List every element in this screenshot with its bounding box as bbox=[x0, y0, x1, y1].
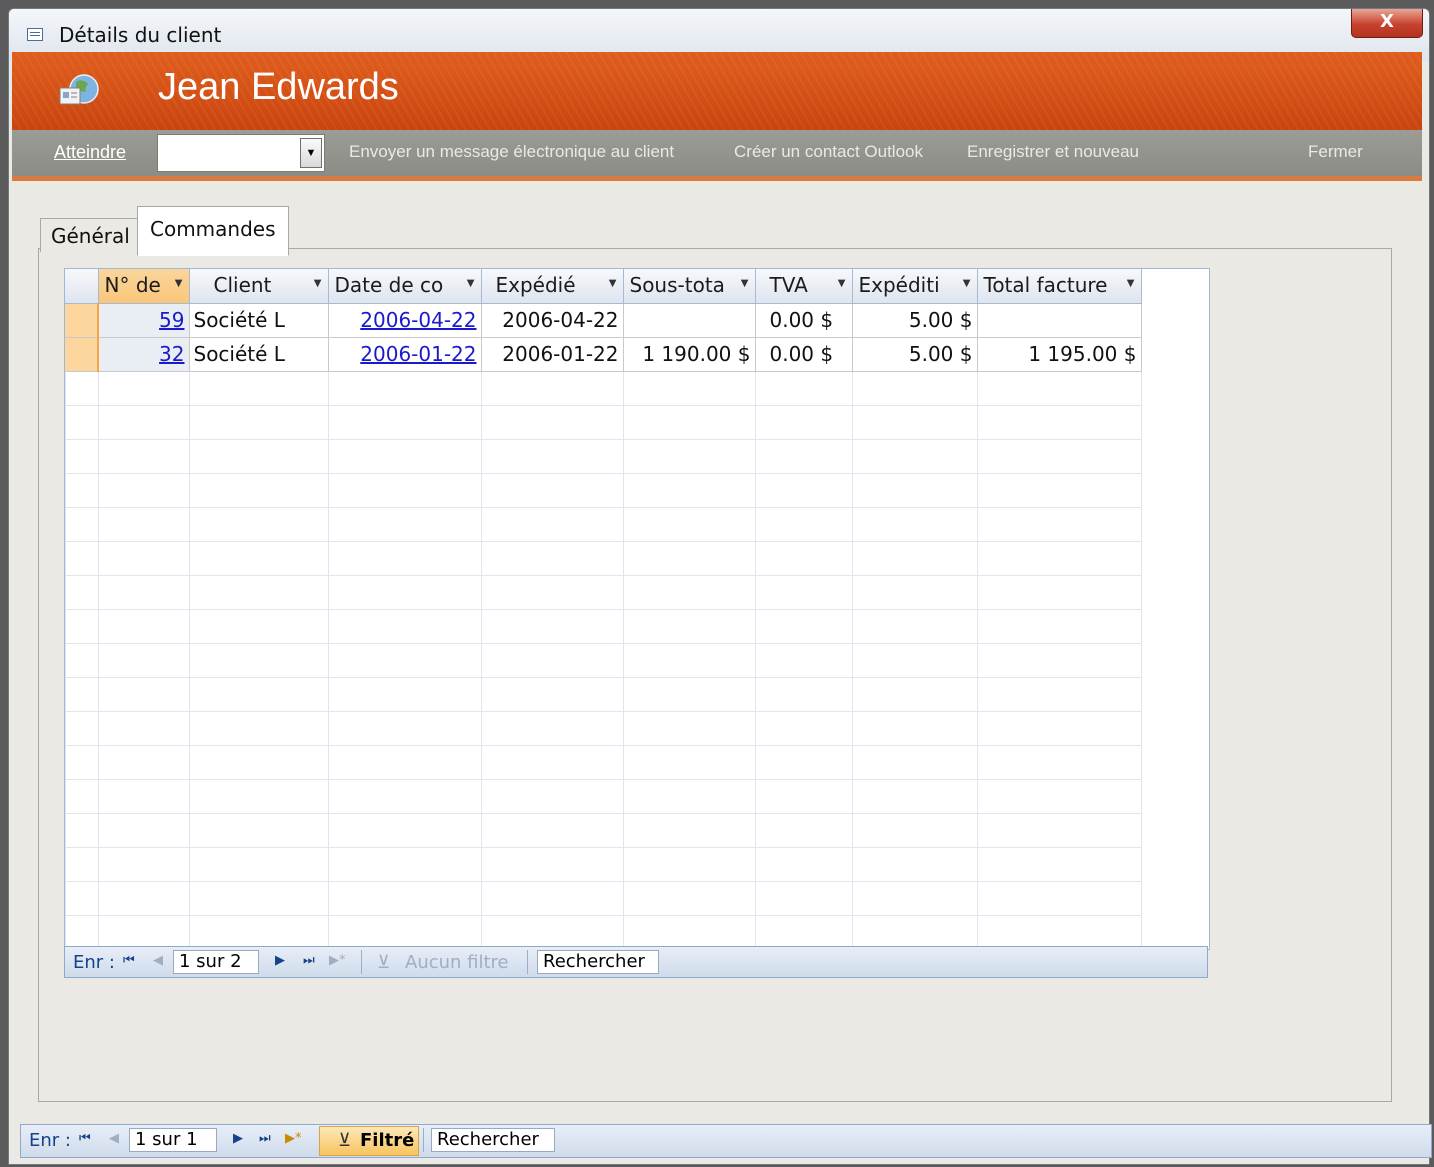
shipping-cell[interactable]: 5.00 $ bbox=[852, 337, 978, 372]
column-header-invoice-total[interactable]: Total facture ▼ bbox=[977, 269, 1142, 304]
search-field[interactable]: Rechercher bbox=[537, 950, 659, 974]
empty-row bbox=[65, 473, 1142, 508]
empty-row bbox=[65, 745, 1142, 780]
no-filter-icon[interactable]: ⊻ bbox=[377, 952, 390, 973]
search-field[interactable]: Rechercher bbox=[431, 1128, 555, 1152]
invoice-total-cell[interactable]: 1 195.00 $ bbox=[977, 337, 1142, 372]
goto-label: Atteindre bbox=[54, 142, 127, 162]
orders-table: N° de ▼ Client ▼ Date de co ▼ Expédié ▼ Sous… bbox=[65, 269, 1142, 950]
close-window-button[interactable]: X bbox=[1351, 9, 1423, 38]
sort-arrow-icon: ▼ bbox=[740, 278, 749, 289]
previous-record-icon[interactable]: ◀ bbox=[153, 953, 163, 968]
order-number-cell[interactable]: 59 bbox=[97, 303, 190, 338]
empty-row bbox=[65, 813, 1142, 848]
empty-row bbox=[65, 847, 1142, 882]
shipped-date-cell[interactable]: 2006-04-22 bbox=[481, 303, 624, 338]
empty-row bbox=[65, 371, 1142, 406]
sort-arrow-icon: ▼ bbox=[313, 278, 322, 289]
new-record-icon[interactable]: ▶* bbox=[329, 953, 346, 968]
create-outlook-contact-link[interactable]: Créer un contact Outlook bbox=[734, 142, 923, 162]
order-number-cell[interactable]: 32 bbox=[97, 337, 190, 372]
order-number-link[interactable]: 32 bbox=[159, 342, 184, 366]
empty-row bbox=[65, 609, 1142, 644]
sort-arrow-icon: ▼ bbox=[608, 278, 617, 289]
subtotal-cell[interactable] bbox=[623, 303, 756, 338]
form-icon bbox=[27, 28, 43, 41]
record-label: Enr : bbox=[73, 952, 115, 973]
first-record-icon[interactable]: ⏮ bbox=[123, 953, 135, 968]
empty-row bbox=[65, 507, 1142, 542]
empty-row bbox=[65, 779, 1142, 814]
empty-row bbox=[65, 575, 1142, 610]
select-all-corner[interactable] bbox=[65, 269, 99, 304]
customer-header: Jean Edwards bbox=[12, 52, 1422, 130]
window-title: Détails du client bbox=[59, 23, 222, 47]
column-header-order-number[interactable]: N° de ▼ bbox=[98, 269, 190, 304]
column-header-shipping[interactable]: Expéditi ▼ bbox=[852, 269, 978, 304]
last-record-icon[interactable]: ⏭ bbox=[303, 953, 315, 968]
close-form-link[interactable]: Fermer bbox=[1308, 142, 1363, 162]
order-date-cell[interactable]: 2006-01-22 bbox=[328, 337, 482, 372]
sort-arrow-icon: ▼ bbox=[174, 278, 183, 289]
previous-record-icon[interactable]: ◀ bbox=[109, 1131, 119, 1146]
empty-row bbox=[65, 915, 1142, 950]
column-header-tva[interactable]: TVA ▼ bbox=[755, 269, 853, 304]
filter-status[interactable]: Aucun filtre bbox=[405, 952, 509, 973]
orders-record-navigator: Enr : ⏮ ◀ 1 sur 2 ▶ ⏭ ▶* ⊻ Aucun filtre … bbox=[64, 946, 1208, 978]
record-label: Enr : bbox=[29, 1130, 71, 1151]
email-customer-link[interactable]: Envoyer un message électronique au clien… bbox=[349, 142, 674, 162]
first-record-icon[interactable]: ⏮ bbox=[79, 1131, 91, 1146]
shipping-cell[interactable]: 5.00 $ bbox=[852, 303, 978, 338]
tva-cell[interactable]: 0.00 $ bbox=[755, 337, 853, 372]
subtotal-cell[interactable]: 1 190.00 $ bbox=[623, 337, 756, 372]
empty-row bbox=[65, 541, 1142, 576]
client-cell[interactable]: Société L bbox=[189, 337, 329, 372]
main-record-navigator: Enr : ⏮ ◀ 1 sur 1 ▶ ⏭ ▶* ⊻ Filtré Recher… bbox=[20, 1124, 1432, 1158]
customer-name: Jean Edwards bbox=[158, 66, 399, 108]
filter-status: Filtré bbox=[360, 1130, 415, 1151]
new-record-icon[interactable]: ▶* bbox=[285, 1131, 302, 1146]
order-date-link[interactable]: 2006-01-22 bbox=[360, 342, 476, 366]
tva-cell[interactable]: 0.00 $ bbox=[755, 303, 853, 338]
row-selector[interactable] bbox=[65, 337, 99, 372]
filtered-toggle[interactable]: ⊻ Filtré bbox=[319, 1126, 419, 1156]
column-header-subtotal[interactable]: Sous-tota ▼ bbox=[623, 269, 756, 304]
empty-row bbox=[65, 643, 1142, 678]
next-record-icon[interactable]: ▶ bbox=[233, 1131, 243, 1146]
column-header-shipped[interactable]: Expédié ▼ bbox=[481, 269, 624, 304]
table-row[interactable]: 32 Société L 2006-01-22 2006-01-22 1 190… bbox=[65, 337, 1142, 372]
current-record-field[interactable]: 1 sur 2 bbox=[173, 950, 259, 974]
goto-combobox[interactable]: ▼ bbox=[157, 134, 325, 172]
order-number-link[interactable]: 59 bbox=[159, 308, 184, 332]
invoice-total-cell[interactable] bbox=[977, 303, 1142, 338]
sort-arrow-icon: ▼ bbox=[962, 278, 971, 289]
empty-row bbox=[65, 881, 1142, 916]
dropdown-arrow-icon[interactable]: ▼ bbox=[300, 138, 322, 168]
column-header-client[interactable]: Client ▼ bbox=[189, 269, 329, 304]
command-bar: Atteindre ▼ Envoyer un message électroni… bbox=[12, 130, 1422, 181]
sort-arrow-icon: ▼ bbox=[466, 278, 475, 289]
order-date-cell[interactable]: 2006-04-22 bbox=[328, 303, 482, 338]
sort-arrow-icon: ▼ bbox=[837, 278, 846, 289]
empty-row bbox=[65, 405, 1142, 440]
filter-icon: ⊻ bbox=[338, 1130, 352, 1151]
row-selector[interactable] bbox=[65, 303, 99, 338]
tab-general[interactable]: Général bbox=[40, 218, 138, 252]
tab-orders[interactable]: Commandes bbox=[137, 206, 289, 256]
shipped-date-cell[interactable]: 2006-01-22 bbox=[481, 337, 624, 372]
current-record-field[interactable]: 1 sur 1 bbox=[129, 1128, 217, 1152]
table-row[interactable]: 59 Société L 2006-04-22 2006-04-22 0.00 … bbox=[65, 303, 1142, 338]
contact-card-icon bbox=[59, 74, 99, 105]
sort-arrow-icon: ▼ bbox=[1126, 278, 1135, 289]
empty-row bbox=[65, 711, 1142, 746]
last-record-icon[interactable]: ⏭ bbox=[259, 1131, 271, 1146]
column-header-order-date[interactable]: Date de co ▼ bbox=[328, 269, 482, 304]
next-record-icon[interactable]: ▶ bbox=[275, 953, 285, 968]
empty-row bbox=[65, 439, 1142, 474]
save-and-new-link[interactable]: Enregistrer et nouveau bbox=[967, 142, 1139, 162]
orders-datasheet: N° de ▼ Client ▼ Date de co ▼ Expédié ▼ Sous… bbox=[64, 268, 1210, 950]
client-cell[interactable]: Société L bbox=[189, 303, 329, 338]
empty-row bbox=[65, 677, 1142, 712]
order-date-link[interactable]: 2006-04-22 bbox=[360, 308, 476, 332]
